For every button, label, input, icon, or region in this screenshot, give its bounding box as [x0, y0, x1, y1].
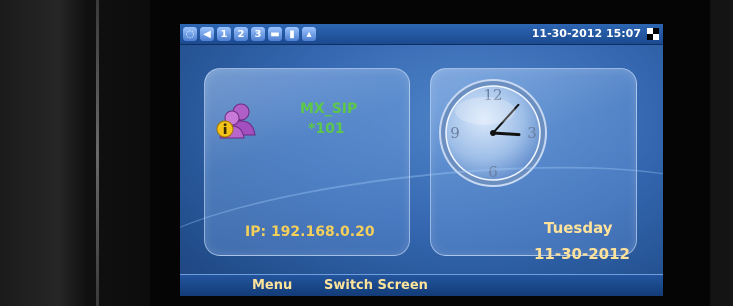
account-name: MX_SIP: [300, 101, 358, 117]
softkey-bar: Menu Switch Screen: [180, 274, 663, 296]
volume-icon: ◀: [200, 27, 214, 41]
status-datetime: 11-30-2012 15:07: [531, 27, 641, 40]
user-info-icon: [216, 103, 256, 139]
extension-number: *101: [308, 121, 345, 137]
bezel-edge: [96, 0, 99, 306]
status-bar: ◌ ◀ 1 2 3 ▬ ▮ ▴ 11-30-2012 15:07: [180, 24, 663, 45]
ip-address: IP: 192.168.0.20: [245, 224, 375, 240]
line3-icon: 3: [251, 27, 265, 41]
battery-icon: ▮: [285, 27, 299, 41]
status-icons: ◌ ◀ 1 2 3 ▬ ▮ ▴: [183, 26, 316, 42]
clock-panel[interactable]: 12 3 6 9 Tuesday 11-30-2012: [430, 68, 637, 263]
switch-screen-softkey[interactable]: Switch Screen: [324, 278, 428, 293]
drawer-icon: ▬: [268, 27, 282, 41]
clock-date: 11-30-2012: [534, 245, 630, 263]
account-panel[interactable]: MX_SIP *101 IP: 192.168.0.20: [204, 68, 410, 256]
clock-numeral-9: 9: [450, 124, 460, 142]
network-icon: ◌: [183, 27, 197, 41]
menu-softkey[interactable]: Menu: [252, 278, 292, 293]
clock-hour-hand: [491, 131, 521, 137]
clock-numeral-6: 6: [488, 163, 498, 181]
clock-day: Tuesday: [544, 219, 613, 237]
lock-icon: ▴: [302, 27, 316, 41]
line2-icon: 2: [234, 27, 248, 41]
clock-numeral-3: 3: [527, 124, 537, 142]
line1-icon: 1: [217, 27, 231, 41]
corner-grid-icon: [647, 28, 659, 40]
phone-screen: ◌ ◀ 1 2 3 ▬ ▮ ▴ 11-30-2012 15:07 MX_SIP: [180, 24, 663, 296]
analog-clock: 12 3 6 9: [439, 79, 547, 187]
